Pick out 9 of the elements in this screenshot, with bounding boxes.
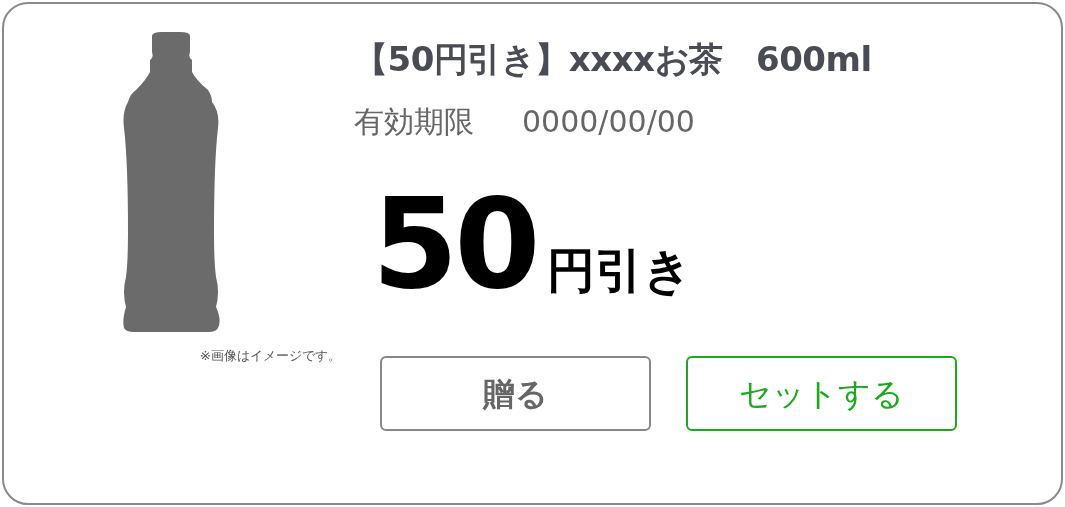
discount-amount: 50 <box>372 182 537 306</box>
gift-button[interactable]: 贈る <box>380 356 651 431</box>
expiry-label: 有効期限 <box>354 103 474 141</box>
set-button[interactable]: セットする <box>686 356 957 431</box>
bottle-icon <box>122 32 220 332</box>
discount-unit: 円引き <box>546 241 692 300</box>
image-note: ※画像はイメージです。 <box>200 347 342 365</box>
coupon-title: 【50円引き】xxxxお茶 600ml <box>354 38 873 81</box>
expiry-date: 0000/00/00 <box>522 103 695 141</box>
